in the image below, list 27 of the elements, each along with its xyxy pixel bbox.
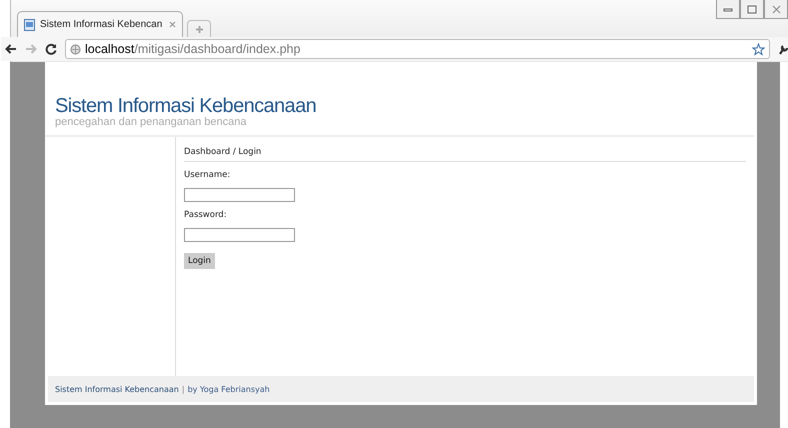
site-title: Sistem Informasi Kebencanaan — [55, 96, 318, 116]
breadcrumb: Dashboard / Login — [184, 147, 746, 162]
maximize-icon — [747, 4, 757, 14]
close-icon[interactable] — [169, 21, 176, 28]
globe-icon — [70, 44, 81, 54]
close-icon — [772, 4, 780, 14]
site-subtitle: pencegahan dan penanganan bencana — [55, 116, 248, 128]
footer-separator: | — [182, 384, 185, 394]
field-label: Password: — [184, 210, 228, 220]
browser-tab[interactable]: Sistem Informasi Kebencan — [17, 11, 183, 37]
back-icon[interactable] — [5, 44, 17, 54]
input-field[interactable] — [184, 188, 295, 202]
maximize-button[interactable] — [740, 0, 764, 19]
input-field[interactable] — [184, 228, 295, 242]
minimize-icon — [723, 6, 733, 12]
footer-link[interactable]: Sistem Informasi Kebencanaan — [55, 384, 179, 394]
field-label: Username: — [184, 170, 232, 180]
footer-credit: by Yoga Febriansyah — [188, 384, 270, 394]
wrench-icon[interactable] — [778, 43, 788, 55]
plus-icon — [194, 24, 204, 34]
star-icon[interactable] — [752, 42, 765, 56]
address-bar[interactable]: localhost/mitigasi/dashboard/index.php — [65, 39, 770, 59]
page-icon — [24, 18, 35, 30]
minimize-button[interactable] — [716, 0, 740, 19]
login-button[interactable]: Login — [184, 253, 215, 269]
reload-icon[interactable] — [45, 43, 57, 55]
close-button[interactable] — [764, 0, 788, 19]
